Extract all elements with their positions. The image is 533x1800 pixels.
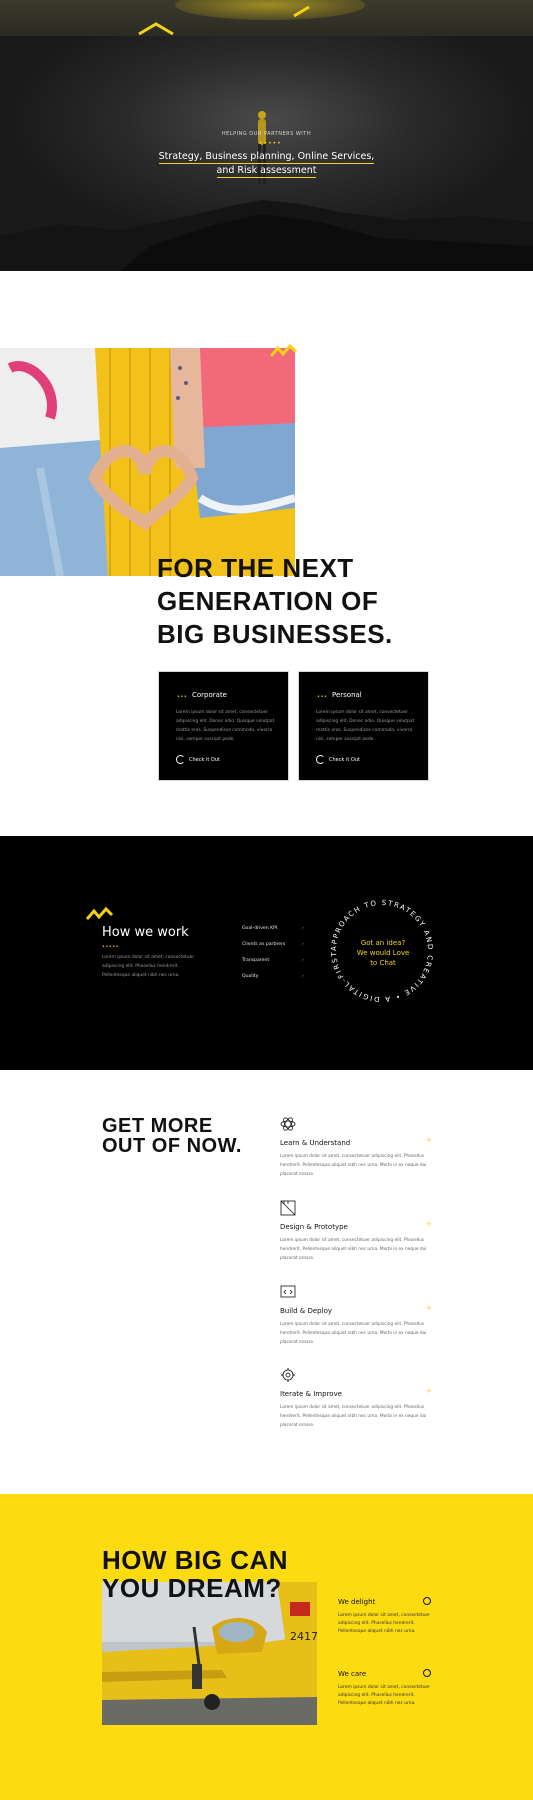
atom-icon — [280, 1117, 296, 1131]
hero-headline-text-1: Strategy, Business planning, Online Serv… — [158, 151, 375, 164]
hero-top-strip — [0, 0, 533, 36]
heart-hands-image — [0, 348, 295, 576]
arrow-circle-icon — [176, 755, 185, 764]
process-title-line-1: GET MORE — [102, 1115, 213, 1137]
dream-title-line-1: HOW BIG CAN — [102, 1545, 289, 1575]
plus-icon[interactable]: + — [426, 1304, 432, 1312]
plus-icon[interactable]: + — [426, 1387, 432, 1395]
step-text: Lorem ipsum dolor sit amet, consectetuer… — [280, 1154, 427, 1177]
chevron-right-icon: › — [302, 974, 304, 979]
hero-section: HELPING OUR PARTNERS WITH ••••• Strategy… — [0, 0, 533, 271]
chat-cta-line-2: We would Love — [356, 949, 410, 957]
plane-tail-number: 2417 — [290, 1630, 317, 1643]
values-item-label: Goal-driven KPI — [242, 926, 278, 931]
step-text: Lorem ipsum dolor sit amet, consectetuer… — [280, 1322, 427, 1345]
values-item-label: Clients as partners — [242, 942, 286, 947]
card-dots: ••• — [177, 694, 188, 700]
chevron-right-icon: › — [302, 958, 304, 963]
step-title: Iterate & Improve — [280, 1390, 343, 1398]
plus-icon[interactable]: + — [426, 1136, 432, 1144]
values-item-label: Transparent — [242, 958, 270, 963]
intro-title-line-3: BIG BUSINESSES. — [157, 619, 393, 649]
values-list-item[interactable]: Clients as partners › — [242, 937, 304, 953]
hero-top-glow — [175, 0, 365, 20]
check-it-out-link[interactable]: Check it Out — [316, 755, 360, 764]
dream-title: HOW BIG CAN YOU DREAM? — [102, 1546, 288, 1602]
chevron-up-icon — [138, 22, 174, 36]
step-text: Lorem ipsum dolor sit amet, consectetuer… — [280, 1405, 427, 1428]
intro-title-line-1: FOR THE NEXT — [157, 553, 354, 583]
chat-cta[interactable]: Got an idea? We would Love to Chat — [340, 938, 426, 968]
dream-title-line-2: YOU DREAM? — [102, 1573, 282, 1603]
chat-cta-line-1: Got an idea? — [360, 939, 406, 947]
step-title: Learn & Understand — [280, 1139, 351, 1147]
card-title: Corporate — [192, 691, 227, 699]
values-list-item[interactable]: Goal-driven KPI › — [242, 921, 304, 937]
hero-eyebrow: HELPING OUR PARTNERS WITH — [221, 131, 312, 137]
corporate-card: ••• Corporate Lorem ipsum dolor sit amet… — [158, 671, 289, 781]
yellow-plane-image: 2417 — [102, 1582, 317, 1725]
card-title: Personal — [332, 691, 362, 699]
step-text: Lorem ipsum dolor sit amet, consectetuer… — [280, 1238, 427, 1261]
hero-dots-divider: ••••• — [259, 140, 282, 147]
card-body: Lorem ipsum dolor sit amet, consectetuer… — [176, 710, 275, 742]
feature-title: We care — [338, 1670, 367, 1678]
chevron-right-icon: › — [302, 926, 304, 931]
card-dots: ••• — [317, 694, 328, 700]
zigzag-icon — [270, 343, 298, 357]
values-item-label: Quality — [242, 974, 259, 979]
feature-body: Lorem ipsum dolor sit amet, consectetuer… — [338, 1685, 430, 1706]
arrow-circle-icon — [316, 755, 325, 764]
check-it-out-link[interactable]: Check it Out — [176, 755, 220, 764]
zigzag-icon — [86, 906, 114, 920]
cta-label: Check it Out — [189, 756, 220, 763]
how-dots-divider: ••••• — [102, 944, 120, 950]
feature-title: We delight — [338, 1598, 376, 1606]
code-icon — [280, 1285, 296, 1298]
ruler-icon — [280, 1200, 296, 1216]
chat-cta-line-3: to Chat — [370, 959, 396, 967]
chevron-right-icon: › — [302, 942, 304, 947]
gear-icon — [281, 1368, 295, 1382]
intro-title-line-2: GENERATION OF — [157, 586, 379, 616]
hero-headline-text-2: and Risk assessment — [216, 165, 317, 178]
step-title: Build & Deploy — [280, 1307, 332, 1315]
step-title: Design & Prototype — [280, 1223, 348, 1231]
values-list-item[interactable]: Quality › — [242, 969, 304, 985]
arrow-circle-icon[interactable] — [423, 1597, 431, 1605]
values-list-item[interactable]: Transparent › — [242, 953, 304, 969]
personal-card: ••• Personal Lorem ipsum dolor sit amet,… — [298, 671, 429, 781]
card-body: Lorem ipsum dolor sit amet, consectetuer… — [316, 710, 415, 742]
zigzag-icon — [293, 5, 310, 18]
process-title-line-2: OUT OF NOW. — [102, 1135, 242, 1157]
how-we-work-body: Lorem ipsum dolor sit amet, consectetuer… — [102, 955, 194, 978]
values-list: Goal-driven KPI › Clients as partners › Tr… — [242, 921, 304, 985]
arrow-circle-icon[interactable] — [423, 1669, 431, 1677]
how-we-work-title: How we work — [102, 925, 189, 940]
process-title: GET MORE OUT OF NOW. — [102, 1116, 242, 1156]
plus-icon[interactable]: + — [426, 1220, 432, 1228]
feature-body: Lorem ipsum dolor sit amet, consectetuer… — [338, 1613, 430, 1634]
intro-title: FOR THE NEXT GENERATION OF BIG BUSINESSE… — [157, 552, 393, 651]
hero-headline-line-1: Strategy, Business planning, Online Serv… — [0, 150, 533, 164]
hero-headline-line-2: and Risk assessment — [0, 164, 533, 178]
cta-label: Check it Out — [329, 756, 360, 763]
